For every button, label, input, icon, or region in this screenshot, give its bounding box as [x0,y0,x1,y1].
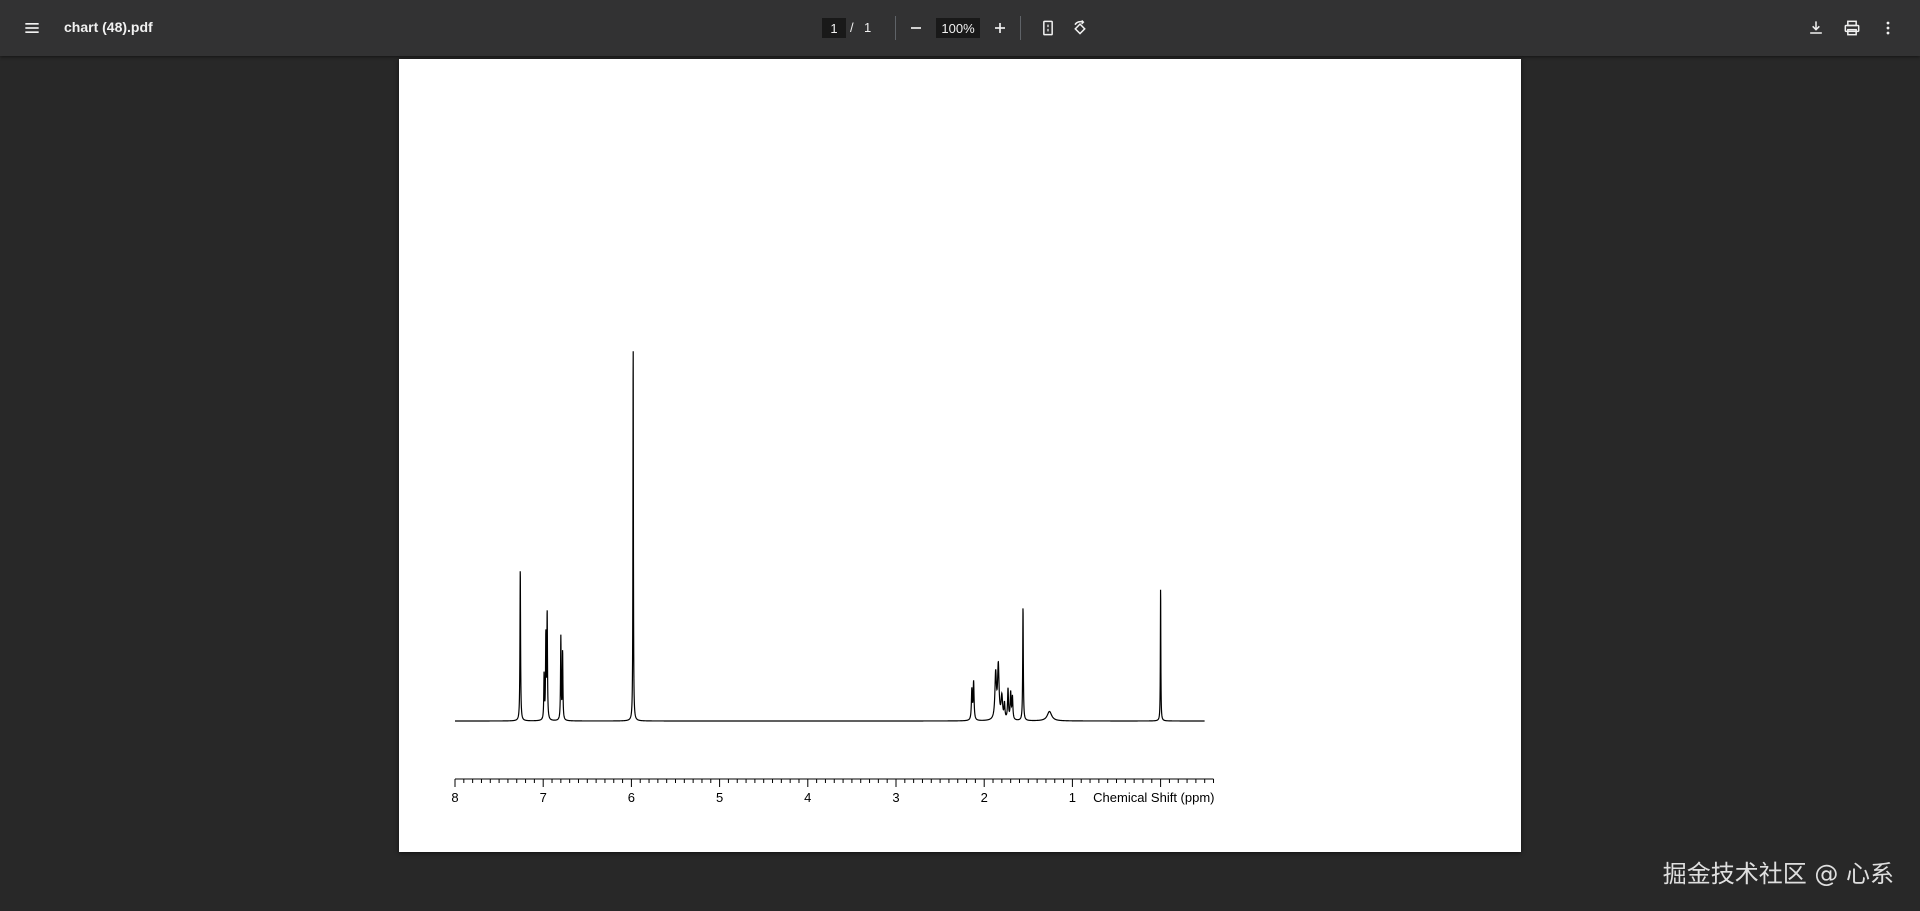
watermark-text: 掘金技术社区 @ 心系 [1662,860,1894,888]
x-tick-label: 2 [981,790,988,805]
x-tick-label: 7 [540,790,547,805]
page-number-input[interactable] [822,18,846,38]
hamburger-menu-icon[interactable] [16,12,48,44]
fit-to-page-icon[interactable] [1032,12,1064,44]
toolbar-divider [1020,16,1021,40]
rotate-icon[interactable] [1064,12,1096,44]
page-total: 1 [864,20,872,35]
plus-icon[interactable] [984,12,1016,44]
x-tick-label: 3 [892,790,899,805]
nmr-spectrum-chart: 8 7 6 5 4 3 2 1 Chemical Shift (ppm) [451,351,1215,805]
pdf-page: 8 7 6 5 4 3 2 1 Chemical Shift (ppm) [399,59,1521,852]
print-icon[interactable] [1836,12,1868,44]
x-tick-label: 1 [1069,790,1076,805]
toolbar-divider [895,16,896,40]
x-tick-label: 8 [451,790,458,805]
download-icon[interactable] [1800,12,1832,44]
zoom-level-input[interactable] [936,18,980,38]
pdf-toolbar: chart (48).pdf / 1 [0,0,1920,56]
spectrum-line [455,351,1205,722]
x-tick-label: 6 [628,790,635,805]
x-axis-label: Chemical Shift (ppm) [1093,790,1214,805]
pdf-viewer-area[interactable]: 8 7 6 5 4 3 2 1 Chemical Shift (ppm) [0,56,1920,911]
minus-icon[interactable] [900,12,932,44]
x-tick-label: 5 [716,790,723,805]
page-separator: / [850,20,854,35]
more-vertical-icon[interactable] [1872,12,1904,44]
document-title: chart (48).pdf [64,19,153,35]
x-tick-label: 4 [804,790,811,805]
